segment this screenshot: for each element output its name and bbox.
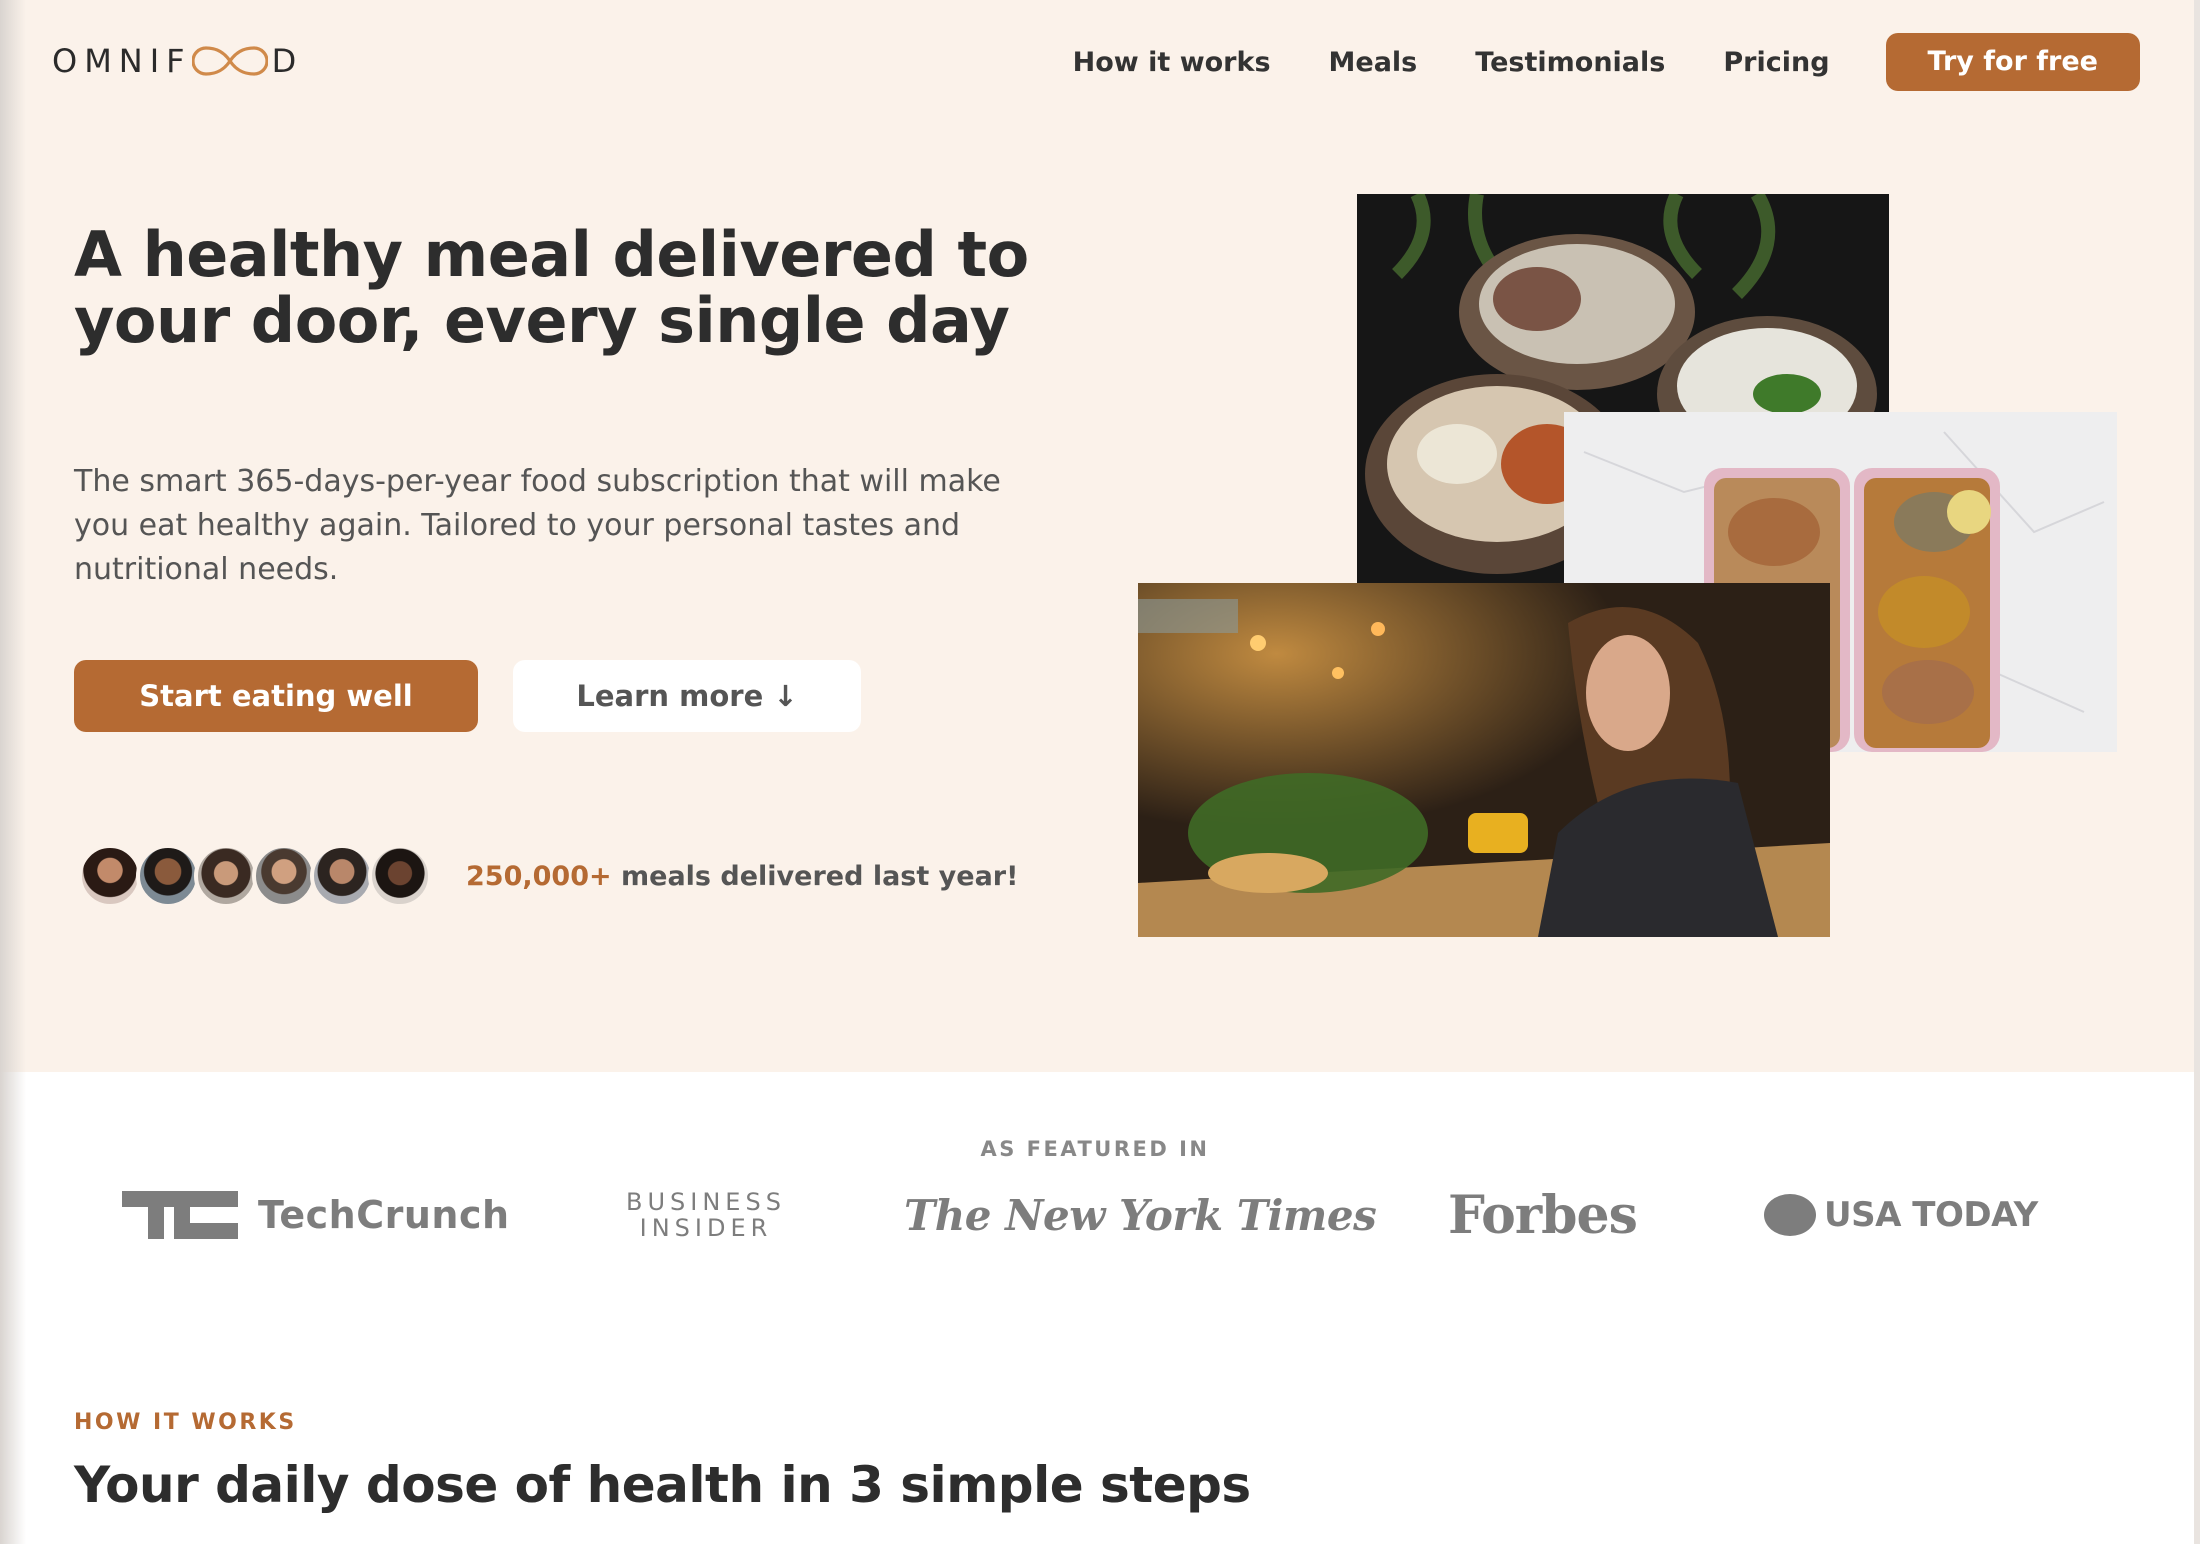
hero-description: The smart 365-days-per-year food subscri… xyxy=(74,464,1001,587)
nav-link-meals[interactable]: Meals xyxy=(1329,47,1418,78)
window-edge-shadow xyxy=(0,0,26,1544)
delivered-meals-stat: 250,000+ meals delivered last year! xyxy=(78,844,1018,908)
usa-today-dot-icon xyxy=(1764,1194,1816,1236)
hero-headline: A healthy meal delivered to your door, e… xyxy=(74,218,1029,357)
learn-more-button[interactable]: Learn more ↓ xyxy=(513,660,861,732)
techcrunch-mark-icon xyxy=(122,1191,238,1239)
techcrunch-wordmark: TechCrunch xyxy=(258,1193,510,1237)
woman-eating-photo xyxy=(1138,583,1830,937)
usa-today-logo: USA TODAY xyxy=(1764,1180,2038,1250)
avatar xyxy=(252,844,316,908)
avatar xyxy=(310,844,374,908)
business-insider-line-1: BUSINESS xyxy=(626,1188,786,1216)
scrollbar-track[interactable] xyxy=(2194,0,2200,1544)
avatar xyxy=(368,844,432,908)
nav-link-how-it-works[interactable]: How it works xyxy=(1073,47,1271,78)
how-it-works-subheading: HOW IT WORKS xyxy=(74,1410,297,1435)
press-logos: TechCrunch BUSINESS INSIDER The New York… xyxy=(0,1180,2200,1250)
new-york-times-logo: The New York Times xyxy=(904,1190,1377,1240)
logo-text-right: D xyxy=(271,42,304,80)
avatar xyxy=(194,844,258,908)
main-nav: How it works Meals Testimonials Pricing … xyxy=(1073,33,2140,91)
avatar xyxy=(136,844,200,908)
avatar xyxy=(78,844,142,908)
stat-text: 250,000+ meals delivered last year! xyxy=(466,861,1018,892)
business-insider-logo: BUSINESS INSIDER xyxy=(626,1180,786,1250)
logo[interactable]: OMNIF D xyxy=(52,40,303,82)
usa-today-wordmark: USA TODAY xyxy=(1824,1195,2038,1235)
stat-number: 250,000+ xyxy=(466,860,612,892)
logo-text-left: OMNIF xyxy=(52,42,192,80)
start-eating-well-button[interactable]: Start eating well xyxy=(74,660,478,732)
how-it-works-title: Your daily dose of health in 3 simple st… xyxy=(74,1456,1251,1514)
business-insider-line-2: INSIDER xyxy=(639,1214,773,1242)
hero-section: OMNIF D How it works Meals Testimonials … xyxy=(0,0,2200,1072)
techcrunch-logo: TechCrunch xyxy=(122,1180,510,1250)
customer-avatars xyxy=(78,844,432,908)
nav-link-pricing[interactable]: Pricing xyxy=(1723,47,1829,78)
nav-link-testimonials[interactable]: Testimonials xyxy=(1475,47,1665,78)
featured-label: AS FEATURED IN xyxy=(980,1137,1210,1161)
forbes-logo: Forbes xyxy=(1448,1184,1638,1246)
infinity-icon xyxy=(191,46,268,76)
try-for-free-button[interactable]: Try for free xyxy=(1885,33,2140,91)
stat-label: meals delivered last year! xyxy=(611,860,1019,892)
